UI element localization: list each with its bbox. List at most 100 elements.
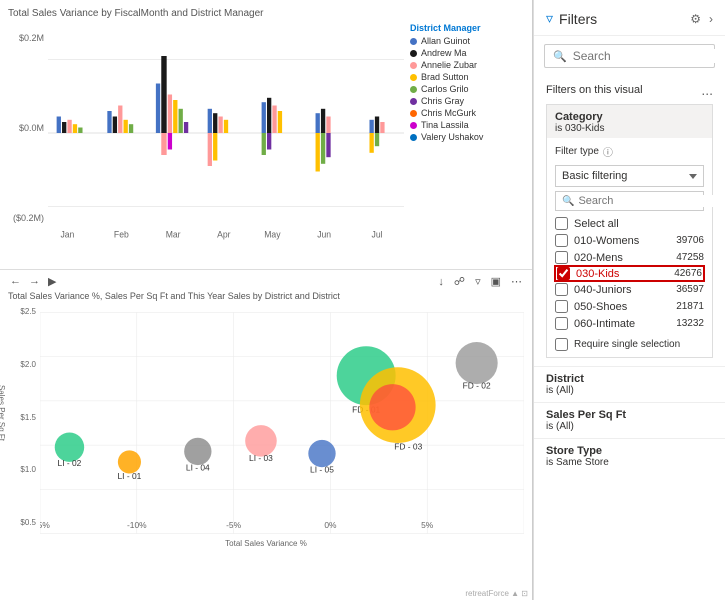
filter-type-label: Filter type: [555, 146, 599, 157]
bar-chart-svg: Jan Feb Mar Apr May Jun Jul: [48, 23, 404, 243]
filters-section: Filters on this visual ... Category is 0…: [534, 76, 725, 366]
legend-label-6: Chris McGurk: [421, 108, 476, 118]
label-intimate: 060-Intimate: [574, 318, 670, 330]
filter-search-input[interactable]: [578, 195, 720, 207]
category-item-3[interactable]: 040-Juniors 36597: [555, 281, 704, 298]
count-mens: 47258: [676, 252, 704, 263]
filter-panel-title: Filters: [559, 11, 684, 27]
svg-text:Jan: Jan: [60, 229, 74, 239]
back-icon[interactable]: ←: [8, 274, 23, 289]
svg-text:Mar: Mar: [166, 229, 181, 239]
scatter-y3: $1.5: [8, 413, 36, 422]
count-shoes: 21871: [676, 301, 704, 312]
legend-label-5: Chris Gray: [421, 96, 464, 106]
checkbox-mens[interactable]: [555, 251, 568, 264]
category-filter-body: Filter type ⓘ Basic filtering Advanced f…: [547, 138, 712, 357]
filter-settings-icon[interactable]: ⚙: [690, 12, 701, 26]
filter-header-icons: ⚙ ›: [690, 12, 713, 26]
sales-sqft-name: Sales Per Sq Ft: [546, 409, 713, 421]
checkbox-intimate[interactable]: [555, 317, 568, 330]
bottom-chart: ← → ▶ ↓ ☍ ▿ ▣ ⋯ Total Sales Variance %, …: [0, 270, 532, 600]
count-intimate: 13232: [676, 318, 704, 329]
chart-legend: District Manager Allan Guinot Andrew Ma …: [404, 23, 524, 243]
legend-dot-7: [410, 122, 417, 129]
svg-text:LI - 05: LI - 05: [310, 464, 334, 474]
count-juniors: 36597: [676, 284, 704, 295]
legend-dot-3: [410, 74, 417, 81]
svg-text:Apr: Apr: [217, 229, 231, 239]
category-filter-card: Category is 030-Kids Filter type ⓘ Basic…: [546, 104, 713, 358]
filter-search-box[interactable]: 🔍: [555, 191, 704, 211]
legend-label-2: Annelie Zubar: [421, 60, 477, 70]
drill-down-icon[interactable]: ↓: [436, 275, 446, 289]
select-all-checkbox[interactable]: [555, 217, 568, 230]
pin-icon[interactable]: ☍: [452, 274, 467, 289]
svg-text:LI - 01: LI - 01: [118, 471, 142, 481]
filter-close-icon[interactable]: ›: [709, 12, 713, 26]
legend-item-6: Chris McGurk: [410, 108, 524, 118]
label-juniors: 040-Juniors: [574, 284, 670, 296]
bar-canvas: Jan Feb Mar Apr May Jun Jul: [48, 23, 404, 243]
panel-search-box[interactable]: 🔍: [544, 44, 715, 68]
checkbox-juniors[interactable]: [555, 283, 568, 296]
label-kids: 030-Kids: [576, 268, 668, 280]
svg-text:Feb: Feb: [114, 229, 129, 239]
district-name: District: [546, 373, 713, 385]
legend-dot-2: [410, 62, 417, 69]
category-item-0[interactable]: 010-Womens 39706: [555, 232, 704, 249]
svg-text:LI - 04: LI - 04: [186, 462, 210, 472]
sales-sqft-value: is (All): [546, 421, 713, 432]
checkbox-shoes[interactable]: [555, 300, 568, 313]
filter-type-select[interactable]: Basic filtering Advanced filtering: [555, 165, 704, 187]
legend-label-0: Allan Guinot: [421, 36, 470, 46]
category-item-2[interactable]: 030-Kids 42676: [555, 266, 704, 281]
legend-item-8: Valery Ushakov: [410, 132, 524, 142]
scatter-y4: $2.0: [8, 360, 36, 369]
y-label-mid: $0.0M: [8, 123, 44, 133]
svg-text:FD - 02: FD - 02: [463, 380, 491, 390]
legend-item-1: Andrew Ma: [410, 48, 524, 58]
require-single-checkbox[interactable]: [555, 338, 568, 351]
store-type-value: is Same Store: [546, 457, 713, 468]
legend-dot-0: [410, 38, 417, 45]
more-icon[interactable]: ⋯: [509, 274, 524, 289]
top-chart: Total Sales Variance by FiscalMonth and …: [0, 0, 532, 270]
store-type-name: Store Type: [546, 445, 713, 457]
category-filter-name: Category: [555, 111, 704, 123]
filter-icon[interactable]: ▿: [473, 274, 483, 289]
legend-title: District Manager: [410, 23, 524, 33]
count-womens: 39706: [676, 235, 704, 246]
filters-on-visual-header: Filters on this visual ...: [546, 82, 713, 98]
more-options-icon[interactable]: ...: [701, 82, 713, 98]
svg-text:-10%: -10%: [127, 520, 147, 530]
checkbox-womens[interactable]: [555, 234, 568, 247]
legend-item-2: Annelie Zubar: [410, 60, 524, 70]
svg-text:LI - 02: LI - 02: [58, 458, 82, 468]
legend-item-3: Brad Sutton: [410, 72, 524, 82]
watermark: retreatForce ▲ ⊡: [465, 589, 528, 598]
sales-sqft-filter: Sales Per Sq Ft is (All): [534, 402, 725, 438]
legend-dot-5: [410, 98, 417, 105]
legend-label-3: Brad Sutton: [421, 72, 469, 82]
checkbox-kids[interactable]: [557, 267, 570, 280]
legend-dot-8: [410, 134, 417, 141]
filters-on-visual-label: Filters on this visual: [546, 84, 643, 96]
category-item-4[interactable]: 050-Shoes 21871: [555, 298, 704, 315]
filter-funnel-icon: ▿: [546, 10, 553, 27]
scatter-y5: $2.5: [8, 307, 36, 316]
focus-icon[interactable]: ▶: [46, 274, 58, 289]
svg-text:0%: 0%: [324, 520, 337, 530]
select-all-item[interactable]: Select all: [555, 215, 704, 232]
svg-text:5%: 5%: [421, 520, 434, 530]
forward-icon[interactable]: →: [27, 274, 42, 289]
category-item-1[interactable]: 020-Mens 47258: [555, 249, 704, 266]
select-all-label: Select all: [574, 218, 704, 230]
district-value: is (All): [546, 385, 713, 396]
category-filter-value: is 030-Kids: [555, 123, 704, 134]
district-filter: District is (All): [534, 366, 725, 402]
require-single-row[interactable]: Require single selection: [555, 338, 704, 351]
expand-icon[interactable]: ▣: [489, 274, 503, 289]
panel-search-input[interactable]: [573, 49, 725, 63]
legend-item-7: Tina Lassila: [410, 120, 524, 130]
category-item-5[interactable]: 060-Intimate 13232: [555, 315, 704, 332]
